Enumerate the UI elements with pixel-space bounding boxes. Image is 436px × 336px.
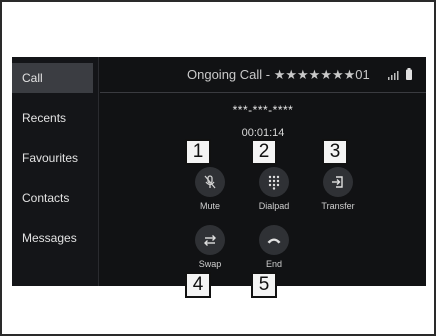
transfer-control[interactable]: Transfer (308, 167, 368, 217)
sidebar-item-call[interactable]: Call (12, 63, 93, 93)
call-title: Ongoing Call - ★★★★★★★01 (187, 67, 370, 82)
dialpad-icon (268, 175, 280, 190)
callout-5: 5 (251, 272, 277, 298)
swap-control[interactable]: Swap (180, 225, 240, 275)
dialpad-button[interactable] (259, 167, 289, 197)
end-button[interactable] (259, 225, 289, 255)
callout-2: 2 (251, 139, 277, 165)
dialpad-label: Dialpad (258, 201, 290, 211)
battery-icon (406, 68, 412, 80)
call-header: Ongoing Call - ★★★★★★★01 (100, 57, 426, 93)
transfer-icon (332, 176, 343, 188)
swap-icon (204, 235, 216, 246)
callout-3: 3 (322, 139, 348, 165)
caller-number: ***-***-**** (232, 103, 294, 117)
mute-control[interactable]: Mute (180, 167, 240, 217)
signal-bars-icon (388, 71, 399, 80)
swap-label: Swap (198, 259, 222, 269)
swap-button[interactable] (195, 225, 225, 255)
sidebar-item-favourites[interactable]: Favourites (12, 143, 92, 173)
mute-label: Mute (199, 201, 220, 211)
figure-frame: Call Recents Favourites Contacts Message… (0, 0, 436, 336)
mic-off-icon (204, 175, 216, 189)
call-screen: Call Recents Favourites Contacts Message… (12, 57, 426, 286)
dialpad-control[interactable]: Dialpad (244, 167, 304, 217)
call-timer: 00:01:14 (241, 127, 285, 139)
end-control[interactable]: End (244, 225, 304, 275)
transfer-label: Transfer (321, 201, 355, 211)
sidebar-item-recents[interactable]: Recents (12, 103, 92, 133)
sidebar: Call Recents Favourites Contacts Message… (12, 57, 98, 286)
sidebar-item-contacts[interactable]: Contacts (12, 183, 92, 213)
callout-4: 4 (185, 272, 211, 298)
callout-1: 1 (185, 139, 211, 165)
sidebar-divider (98, 57, 99, 286)
mute-button[interactable] (195, 167, 225, 197)
sidebar-item-messages[interactable]: Messages (12, 223, 92, 253)
hang-up-icon (267, 238, 281, 244)
transfer-button[interactable] (323, 167, 353, 197)
end-label: End (265, 259, 282, 269)
